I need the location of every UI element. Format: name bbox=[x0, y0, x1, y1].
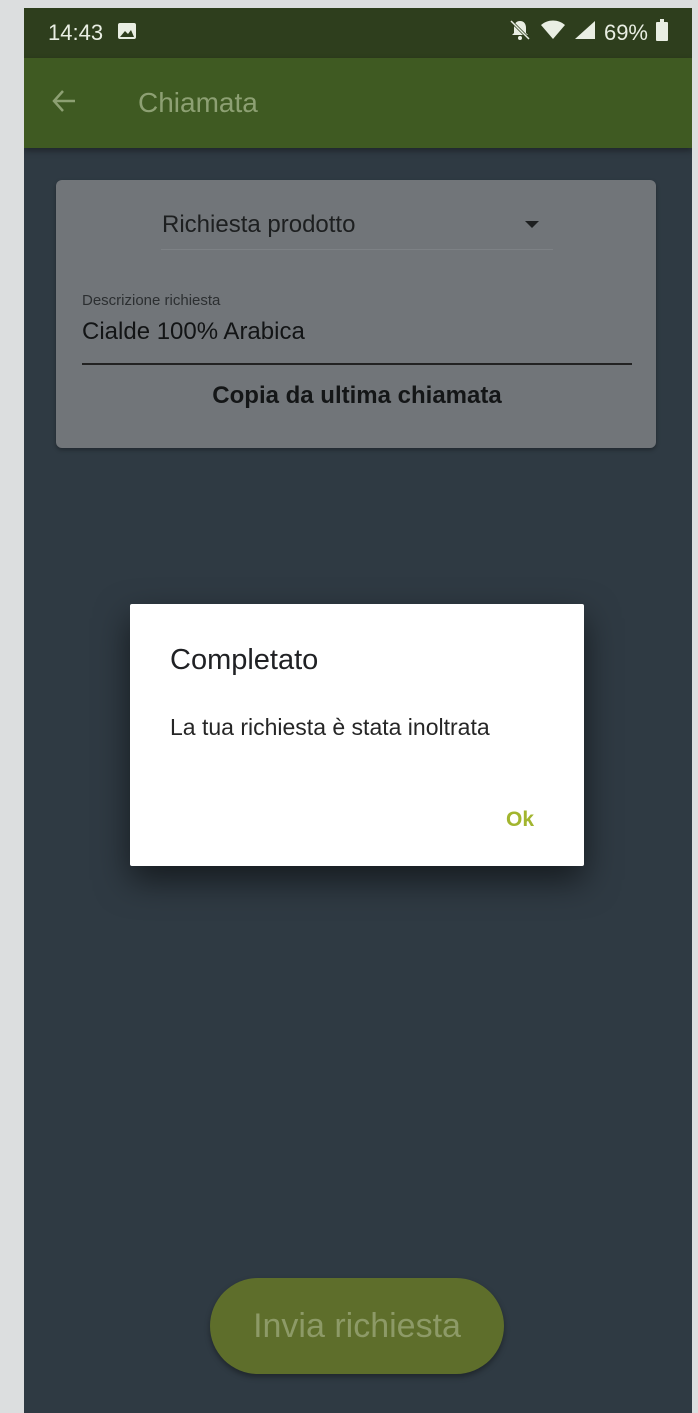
request-form-card: Richiesta prodotto Descrizione richiesta… bbox=[56, 180, 656, 448]
dialog-message: La tua richiesta è stata inoltrata bbox=[170, 714, 490, 740]
page-title: Chiamata bbox=[138, 87, 258, 118]
wifi-icon bbox=[540, 20, 566, 46]
dialog-title: Completato bbox=[170, 644, 319, 676]
request-type-select[interactable]: Richiesta prodotto bbox=[161, 200, 553, 250]
bell-off-icon bbox=[508, 19, 532, 47]
ok-button[interactable]: Ok bbox=[506, 808, 534, 832]
status-bar: 14:43 69% bbox=[24, 8, 692, 58]
status-time: 14:43 bbox=[48, 20, 104, 45]
battery-percent: 69% bbox=[603, 20, 648, 45]
submit-request-button[interactable]: Invia richiesta bbox=[210, 1278, 504, 1374]
description-field[interactable]: Cialde 100% Arabica bbox=[82, 318, 305, 346]
app-bar: Chiamata bbox=[24, 58, 692, 148]
chevron-down-icon bbox=[525, 221, 539, 228]
battery-icon bbox=[656, 19, 668, 47]
signal-icon bbox=[574, 20, 596, 46]
description-label: Descrizione richiesta bbox=[82, 292, 221, 309]
request-type-value: Richiesta prodotto bbox=[162, 210, 356, 238]
status-icons: 69% bbox=[508, 19, 668, 47]
completion-dialog: Completato La tua richiesta è stata inol… bbox=[130, 604, 584, 866]
description-underline bbox=[82, 363, 632, 365]
phone-screen: 14:43 69% Chiamata Richiesta prodotto De… bbox=[24, 8, 692, 1413]
arrow-left-icon[interactable] bbox=[24, 85, 104, 122]
image-icon bbox=[117, 20, 137, 46]
copy-last-call-button[interactable]: Copia da ultima chiamata bbox=[82, 376, 632, 416]
